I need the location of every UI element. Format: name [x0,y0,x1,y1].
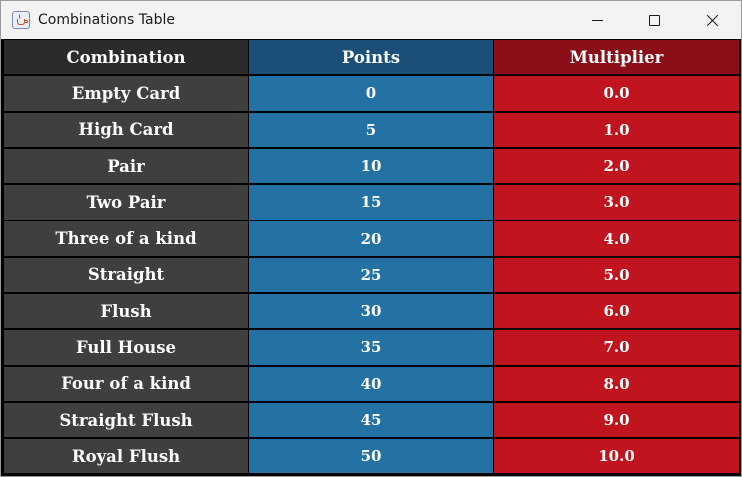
close-icon [706,14,719,27]
table-cell-points[interactable]: 30 [249,293,493,329]
table-cell-combination[interactable]: Flush [4,293,248,329]
window-title: Combinations Table [38,12,175,28]
table-cell-multiplier[interactable]: 10.0 [494,439,739,474]
table-cell-combination[interactable]: High Card [4,112,248,147]
table-cell-points[interactable]: 40 [249,366,493,401]
close-button[interactable] [689,1,735,39]
table-cell-combination[interactable]: Straight [4,257,248,293]
java-cup-icon[interactable] [12,11,30,29]
table-cell-points[interactable]: 50 [249,439,493,474]
column-header-multiplier[interactable]: Multiplier [494,40,739,75]
table-cell-points[interactable]: 5 [249,112,493,147]
maximize-icon [648,14,660,26]
table-cell-combination[interactable]: Four of a kind [4,366,248,401]
minimize-button[interactable] [574,1,620,39]
maximize-button[interactable] [631,1,677,39]
minimize-icon [591,19,603,21]
table-cell-combination[interactable]: Straight Flush [4,402,248,438]
app-window: Combinations Table Combination Points Mu… [0,0,742,477]
table-cell-multiplier[interactable]: 0.0 [494,76,739,111]
table-cell-combination[interactable]: Royal Flush [4,439,248,474]
table-cell-multiplier[interactable]: 4.0 [494,221,739,256]
table-cell-combination[interactable]: Empty Card [4,76,248,111]
table-cell-points[interactable]: 15 [249,185,493,220]
column-header-points[interactable]: Points [249,40,493,75]
table-cell-points[interactable]: 35 [249,330,493,365]
table-cell-points[interactable]: 10 [249,148,493,184]
table-cell-multiplier[interactable]: 6.0 [494,293,739,329]
table-cell-multiplier[interactable]: 5.0 [494,257,739,293]
table-cell-multiplier[interactable]: 2.0 [494,148,739,184]
column-header-combination[interactable]: Combination [4,40,248,75]
table-cell-multiplier[interactable]: 7.0 [494,330,739,365]
table-cell-multiplier[interactable]: 9.0 [494,402,739,438]
table-cell-points[interactable]: 0 [249,76,493,111]
table-cell-multiplier[interactable]: 8.0 [494,366,739,401]
table-cell-multiplier[interactable]: 3.0 [494,185,739,220]
table-cell-points[interactable]: 45 [249,402,493,438]
table-cell-combination[interactable]: Two Pair [4,185,248,220]
table-cell-combination[interactable]: Three of a kind [4,221,248,256]
table-cell-multiplier[interactable]: 1.0 [494,112,739,147]
table-cell-combination[interactable]: Full House [4,330,248,365]
table-cell-combination[interactable]: Pair [4,148,248,184]
table-cell-points[interactable]: 25 [249,257,493,293]
title-bar[interactable]: Combinations Table [1,1,741,39]
table-cell-points[interactable]: 20 [249,221,493,256]
combinations-table: Combination Points Multiplier Empty Card… [4,40,739,475]
